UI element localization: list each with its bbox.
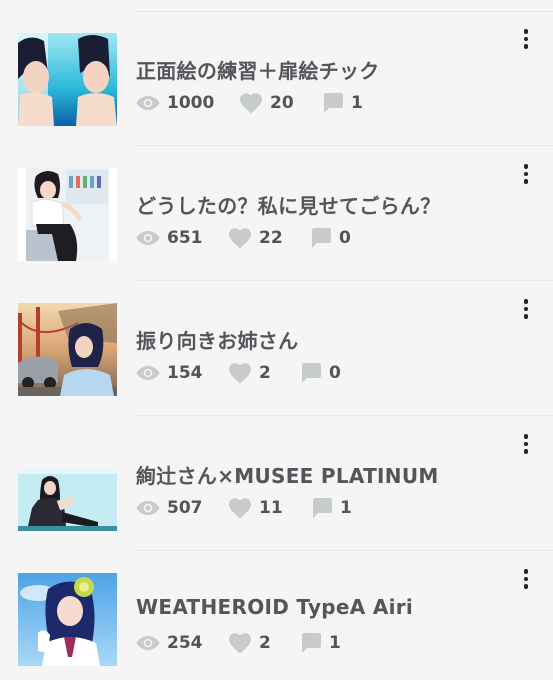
like-count: 22 (228, 226, 283, 250)
comment-count: 0 (310, 226, 351, 250)
artwork-list-item[interactable]: どうしたの？私に見せてごらん？ 651 22 0 (0, 146, 553, 281)
like-count: 2 (228, 361, 271, 385)
like-count: 11 (228, 496, 283, 520)
comment-count: 1 (311, 496, 352, 520)
view-count-value: 154 (167, 363, 203, 383)
like-count-value: 11 (259, 498, 283, 518)
more-vertical-icon[interactable] (515, 297, 537, 321)
heart-icon[interactable] (228, 362, 252, 384)
comment-count-value: 0 (329, 363, 341, 383)
view-count: 1000 (136, 91, 214, 115)
comment-count: 1 (300, 631, 341, 655)
like-count-value: 20 (270, 93, 294, 113)
comment-bubble-icon[interactable] (300, 632, 322, 654)
comment-count: 0 (300, 361, 341, 385)
artwork-title[interactable]: 振り向きお姉さん (136, 325, 298, 354)
artwork-title[interactable]: どうしたの？私に見せてごらん？ (136, 190, 441, 219)
more-vertical-icon[interactable] (515, 162, 537, 186)
heart-icon[interactable] (228, 227, 252, 249)
artwork-thumbnail[interactable] (18, 573, 117, 666)
heart-icon[interactable] (228, 632, 252, 654)
comment-count-value: 0 (339, 228, 351, 248)
artwork-list-item[interactable]: WEATHEROID TypeA Airi 254 2 1 (0, 551, 553, 680)
eye-icon (136, 501, 160, 515)
view-count: 254 (136, 631, 203, 655)
like-count: 2 (228, 631, 271, 655)
like-count-value: 2 (259, 363, 271, 383)
like-count: 20 (239, 91, 294, 115)
eye-icon (136, 96, 160, 110)
artwork-thumbnail[interactable] (18, 33, 117, 126)
eye-icon (136, 636, 160, 650)
view-count-value: 254 (167, 633, 203, 653)
like-count-value: 2 (259, 633, 271, 653)
comment-bubble-icon[interactable] (300, 362, 322, 384)
artwork-list: 正面絵の練習＋扉絵チック 1000 20 1 どうしたの？私に見せてごらん？ 6… (0, 0, 553, 680)
like-count-value: 22 (259, 228, 283, 248)
comment-bubble-icon[interactable] (322, 92, 344, 114)
artwork-thumbnail[interactable] (18, 438, 117, 531)
comment-count-value: 1 (340, 498, 352, 518)
comment-count: 1 (322, 91, 363, 115)
more-vertical-icon[interactable] (515, 567, 537, 591)
comment-bubble-icon[interactable] (310, 227, 332, 249)
comment-bubble-icon[interactable] (311, 497, 333, 519)
artwork-title[interactable]: 正面絵の練習＋扉絵チック (136, 55, 380, 84)
artwork-title[interactable]: WEATHEROID TypeA Airi (136, 595, 413, 619)
more-vertical-icon[interactable] (515, 27, 537, 51)
artwork-thumbnail[interactable] (18, 303, 117, 396)
more-vertical-icon[interactable] (515, 432, 537, 456)
eye-icon (136, 231, 160, 245)
eye-icon (136, 366, 160, 380)
comment-count-value: 1 (351, 93, 363, 113)
heart-icon[interactable] (239, 92, 263, 114)
artwork-thumbnail[interactable] (18, 168, 117, 261)
artwork-list-item[interactable]: 正面絵の練習＋扉絵チック 1000 20 1 (0, 11, 553, 146)
artwork-list-item[interactable]: 振り向きお姉さん 154 2 0 (0, 281, 553, 416)
view-count-value: 651 (167, 228, 203, 248)
view-count-value: 1000 (167, 93, 215, 113)
artwork-title[interactable]: 絢辻さん×MUSEE PLATINUM (136, 460, 439, 489)
comment-count-value: 1 (329, 633, 341, 653)
view-count-value: 507 (167, 498, 203, 518)
view-count: 154 (136, 361, 203, 385)
artwork-list-item[interactable]: 絢辻さん×MUSEE PLATINUM 507 11 1 (0, 416, 553, 551)
view-count: 507 (136, 496, 203, 520)
view-count: 651 (136, 226, 203, 250)
heart-icon[interactable] (228, 497, 252, 519)
